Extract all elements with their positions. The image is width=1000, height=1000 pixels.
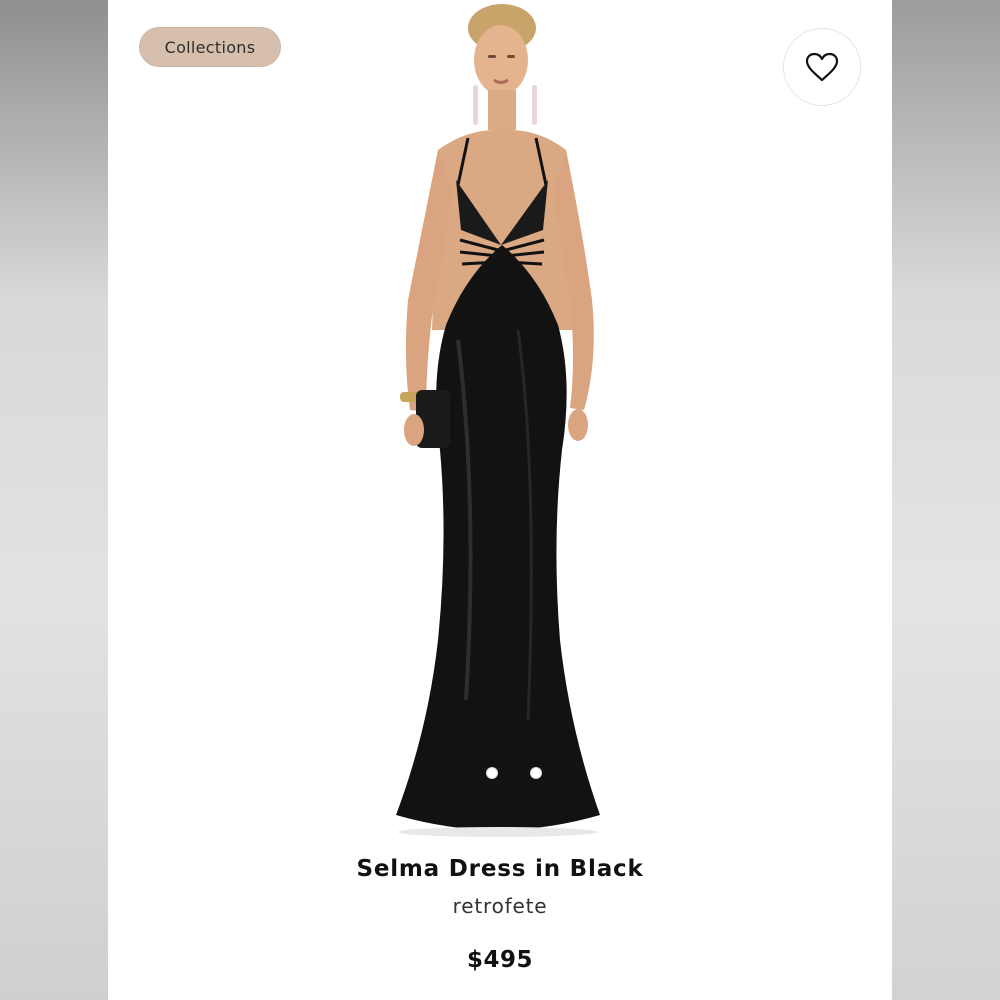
product-title[interactable]: Selma Dress in Black (108, 856, 892, 882)
screenshot-frame: Collections Selma Dress in Black retrofe… (0, 0, 1000, 1000)
carousel-dot-2[interactable] (486, 767, 498, 779)
collections-button[interactable]: Collections (139, 27, 281, 67)
product-card: Collections Selma Dress in Black retrofe… (108, 0, 892, 1000)
carousel-dots (442, 767, 542, 779)
left-backdrop (0, 0, 108, 1000)
right-backdrop (892, 0, 1000, 1000)
carousel-dot-3[interactable] (530, 767, 542, 779)
product-price: $495 (466, 947, 533, 973)
heart-icon (805, 52, 839, 82)
product-brand[interactable]: retrofete (108, 894, 892, 918)
carousel-dot-1[interactable] (442, 767, 454, 779)
product-photo[interactable] (348, 0, 648, 840)
favorite-button[interactable] (783, 28, 861, 106)
